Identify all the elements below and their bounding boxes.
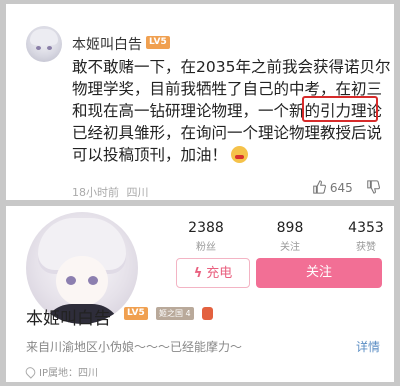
medal-icon [202, 307, 213, 320]
detail-link[interactable]: 详情 [356, 338, 380, 355]
charge-button[interactable]: ϟ 充电 [176, 258, 250, 288]
level-badge: LV5 [146, 36, 170, 49]
ip-location: IP属地：四川 [23, 364, 98, 379]
commenter-avatar[interactable] [26, 26, 62, 62]
like-button[interactable]: 645 [312, 180, 353, 195]
stat-followers[interactable]: 2388 粉丝 [176, 220, 236, 253]
level-badge: LV5 [124, 307, 148, 320]
follow-button[interactable]: 关注 [256, 258, 382, 288]
ip-label: IP属地：四川 [39, 368, 98, 379]
comment-location: 四川 [126, 186, 149, 199]
stat-value: 2388 [188, 220, 224, 236]
comment-time: 18小时前 [72, 186, 119, 199]
thumbs-up-icon [313, 180, 326, 194]
stat-value: 898 [276, 220, 304, 236]
location-pin-icon [23, 365, 38, 379]
commenter-username[interactable]: 本姬叫白告 [72, 34, 142, 54]
stat-following[interactable]: 898 关注 [260, 220, 320, 253]
profile-username: 本姬叫白告 [26, 309, 111, 329]
stat-label: 关注 [280, 242, 300, 253]
stat-label: 粉丝 [196, 242, 216, 253]
charge-label: 充电 [206, 266, 233, 281]
like-count: 645 [329, 181, 353, 195]
emoji-icon [231, 146, 249, 163]
highlight-annotation [302, 96, 378, 122]
fan-medal-badge[interactable]: 姬之国 4 [156, 307, 194, 320]
stat-value: 4353 [348, 220, 384, 236]
profile-card: 2388 粉丝 898 关注 4353 获赞 ϟ 充电 关注 本姬叫白告 LV5 … [6, 206, 394, 382]
stat-likes[interactable]: 4353 获赞 [336, 220, 396, 253]
comment-line: 敢不敢赌一下，在2035年之前我会获得诺贝尔 [72, 58, 391, 76]
comment-line: 已经初具雏形，在询问一个理论物理教授后说 [72, 124, 383, 142]
stat-label: 获赞 [356, 242, 376, 253]
lightning-icon: ϟ [193, 266, 203, 281]
comment-line: 可以投稿顶刊，加油！ [72, 144, 390, 166]
profile-bio: 来自川渝地区小伪娘～～～已经能摩力～ [26, 340, 243, 354]
thumbs-down-icon[interactable] [366, 180, 380, 194]
comment-card: 本姬叫白告 LV5 敢不敢赌一下，在2035年之前我会获得诺贝尔 物理学奖，目前… [6, 4, 394, 200]
comment-meta: 18小时前 四川 [72, 184, 149, 200]
